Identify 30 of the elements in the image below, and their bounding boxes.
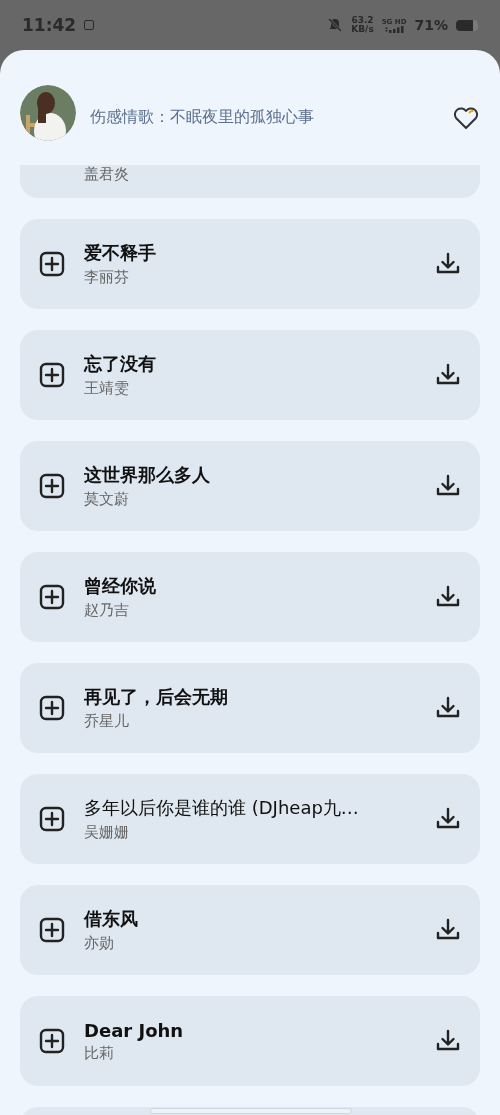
song-title: Dear John	[84, 1019, 185, 1041]
song-title: 借东风	[84, 907, 139, 931]
song-artist: 王靖雯	[84, 379, 130, 398]
song-card[interactable]: Dear John 比莉	[20, 996, 480, 1086]
song-title: 曾经你说	[84, 574, 157, 598]
song-card[interactable]: 忘了没有 王靖雯	[20, 330, 480, 420]
playlist-title: 伤感情歌：不眠夜里的孤独心事	[90, 107, 315, 128]
song-card[interactable]: 盖君炎	[20, 165, 480, 198]
song-card[interactable]: 再见了，后会无期 乔星儿	[20, 663, 480, 753]
song-card[interactable]: 这世界那么多人 莫文蔚	[20, 441, 480, 531]
song-artist: 赵乃吉	[84, 601, 130, 620]
network-speed: 63.2 KB/s	[351, 16, 374, 34]
song-artist: 亦勋	[84, 934, 115, 953]
song-card[interactable]: 爱不释手 李丽芬	[20, 219, 480, 309]
song-title: 忘了没有	[84, 352, 157, 376]
song-card[interactable]: 多年以后你是谁的谁 (DJheap九… 吴姗姗	[20, 774, 480, 864]
battery-percent: 71%	[414, 17, 448, 33]
clock: 11:42	[22, 15, 77, 35]
song-card[interactable]: 借东风 亦勋	[20, 885, 480, 975]
song-title: 爱不释手	[84, 241, 157, 265]
song-artist: 乔星儿	[84, 712, 130, 731]
song-artist: 比莉	[84, 1043, 115, 1063]
song-artist: 吴姗姗	[84, 823, 130, 842]
song-title: 这世界那么多人	[84, 463, 211, 487]
song-card[interactable]: 曾经你说 赵乃吉	[20, 552, 480, 642]
song-artist: 莫文蔚	[84, 490, 130, 509]
song-artist: 盖君炎	[84, 165, 129, 184]
song-title: 再见了，后会无期	[84, 685, 229, 709]
song-artist: 李丽芬	[84, 268, 130, 287]
song-title: 多年以后你是谁的谁 (DJheap九…	[84, 796, 360, 820]
